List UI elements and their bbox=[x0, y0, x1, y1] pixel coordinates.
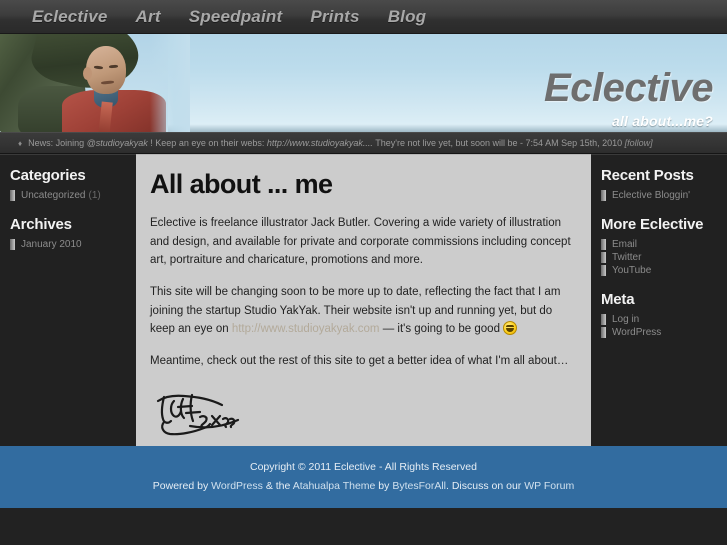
bytesforall-link[interactable]: BytesForAll bbox=[392, 480, 446, 492]
paragraph-intro: Eclective is freelance illustrator Jack … bbox=[150, 217, 571, 267]
list-item-label: Twitter bbox=[612, 252, 642, 263]
footer-credits-text-4: . Discuss on our bbox=[446, 480, 525, 492]
ticker-follow-link[interactable]: [follow] bbox=[625, 138, 653, 148]
widget-title-categories: Categories bbox=[10, 167, 86, 184]
list-item[interactable]: Eclective Bloggin' bbox=[591, 189, 727, 202]
bullet-icon bbox=[601, 190, 606, 201]
footer-credits: Powered by WordPress & the Atahualpa The… bbox=[153, 477, 574, 496]
news-ticker-bar[interactable]: ♦ News: Joining @studioyakyak ! Keep an … bbox=[0, 132, 727, 154]
list-item-label: YouTube bbox=[612, 265, 652, 276]
page-bottom-background bbox=[0, 508, 727, 545]
meta-list: Log in WordPress bbox=[591, 313, 727, 339]
ticker-suffix: They're not live yet, but soon will be -… bbox=[372, 138, 625, 148]
ticker-prefix: News: Joining bbox=[28, 138, 87, 148]
page-title: All about ... me bbox=[150, 169, 333, 199]
bullet-icon bbox=[601, 265, 606, 276]
list-item[interactable]: Log in bbox=[591, 313, 727, 326]
list-item[interactable]: WordPress bbox=[591, 326, 727, 339]
footer-credits-text-2: & the bbox=[262, 480, 293, 492]
ticker-handle[interactable]: @studioyakyak bbox=[87, 138, 148, 148]
recent-posts-list: Eclective Bloggin' bbox=[591, 189, 727, 202]
widget-title-archives: Archives bbox=[10, 216, 72, 233]
bullet-icon bbox=[601, 314, 606, 325]
widget-recent-posts: Recent Posts Eclective Bloggin' bbox=[591, 167, 727, 202]
categories-list: Uncategorized (1) bbox=[0, 189, 136, 202]
footer-copyright: Copyright © 2011 Eclective - All Rights … bbox=[250, 461, 477, 474]
list-item-count: (1) bbox=[88, 190, 101, 201]
character-head-shape bbox=[86, 46, 126, 94]
list-item-label: Eclective Bloggin' bbox=[612, 190, 691, 201]
site-title[interactable]: Eclective bbox=[544, 68, 713, 108]
ticker-url-link[interactable]: http://www.studioyakyak.... bbox=[267, 138, 373, 148]
list-item[interactable]: YouTube bbox=[591, 264, 727, 277]
wp-forum-link[interactable]: WP Forum bbox=[524, 480, 574, 492]
signature-image bbox=[156, 394, 240, 436]
bullet-icon bbox=[601, 327, 606, 338]
nav-item-speedpaint[interactable]: Speedpaint bbox=[175, 7, 297, 27]
character-ear-shape bbox=[83, 67, 92, 80]
bullet-icon bbox=[601, 252, 606, 263]
list-item[interactable]: Uncategorized (1) bbox=[0, 189, 136, 202]
ticker-middle: ! Keep an eye on their webs: bbox=[147, 138, 267, 148]
widget-more-eclective: More Eclective Email Twitter YouTube bbox=[591, 216, 727, 277]
nav-item-eclective[interactable]: Eclective bbox=[18, 7, 122, 27]
ticker-bullet-icon: ♦ bbox=[18, 138, 23, 148]
nav-item-blog[interactable]: Blog bbox=[374, 7, 441, 27]
left-sidebar: Categories Uncategorized (1) Archives Ja… bbox=[0, 154, 136, 446]
widget-title-meta: Meta bbox=[601, 291, 635, 308]
widget-meta: Meta Log in WordPress bbox=[591, 291, 727, 339]
banner-fade-overlay bbox=[150, 34, 190, 132]
list-item-label: January 2010 bbox=[21, 239, 82, 250]
archives-list: January 2010 bbox=[0, 238, 136, 251]
atahualpa-theme-link[interactable]: Atahualpa Theme bbox=[293, 480, 376, 492]
more-eclective-list: Email Twitter YouTube bbox=[591, 238, 727, 277]
list-item[interactable]: Email bbox=[591, 238, 727, 251]
top-navigation-bar: Eclective Art Speedpaint Prints Blog bbox=[0, 0, 727, 34]
bullet-icon bbox=[10, 239, 15, 250]
ticker-message: News: Joining @studioyakyak ! Keep an ey… bbox=[28, 138, 653, 148]
main-content: All about ... me Eclective is freelance … bbox=[136, 154, 591, 446]
nav-item-prints[interactable]: Prints bbox=[296, 7, 373, 27]
list-item[interactable]: Twitter bbox=[591, 251, 727, 264]
footer-credits-text-3: by bbox=[375, 480, 393, 492]
list-item-label: Email bbox=[612, 239, 638, 250]
paragraph-text-after-link: — it's going to be good bbox=[379, 323, 500, 336]
studioyakyak-link[interactable]: http://www.studioyakyak.com bbox=[232, 323, 380, 335]
widget-archives: Archives January 2010 bbox=[0, 216, 136, 251]
list-item[interactable]: January 2010 bbox=[0, 238, 136, 251]
site-footer: Copyright © 2011 Eclective - All Rights … bbox=[0, 446, 727, 508]
widget-categories: Categories Uncategorized (1) bbox=[0, 167, 136, 202]
site-tagline: all about...me? bbox=[611, 113, 713, 129]
footer-credits-text-1: Powered by bbox=[152, 480, 212, 492]
bullet-icon bbox=[601, 239, 606, 250]
page-root: Eclective Art Speedpaint Prints Blog Ecl… bbox=[0, 0, 727, 545]
list-item-label: Log in bbox=[612, 314, 640, 325]
body-columns: Categories Uncategorized (1) Archives Ja… bbox=[0, 154, 727, 446]
list-item-label: WordPress bbox=[612, 327, 662, 338]
header-illustration bbox=[0, 34, 168, 132]
right-sidebar: Recent Posts Eclective Bloggin' More Ecl… bbox=[591, 154, 727, 446]
paragraph-announcement: This site will be changing soon to be mo… bbox=[150, 283, 573, 339]
paragraph-closing: Meantime, check out the rest of this sit… bbox=[150, 354, 569, 367]
wordpress-link[interactable]: WordPress bbox=[211, 480, 263, 492]
nav-item-art[interactable]: Art bbox=[122, 7, 175, 27]
widget-title-more-eclective: More Eclective bbox=[601, 216, 704, 233]
list-item-label: Uncategorized bbox=[21, 190, 86, 201]
smiley-icon bbox=[502, 321, 517, 336]
bullet-icon bbox=[10, 190, 15, 201]
nav-list: Eclective Art Speedpaint Prints Blog bbox=[0, 0, 727, 33]
site-header-banner: Eclective all about...me? bbox=[0, 34, 727, 132]
widget-title-recent-posts: Recent Posts bbox=[601, 167, 694, 184]
